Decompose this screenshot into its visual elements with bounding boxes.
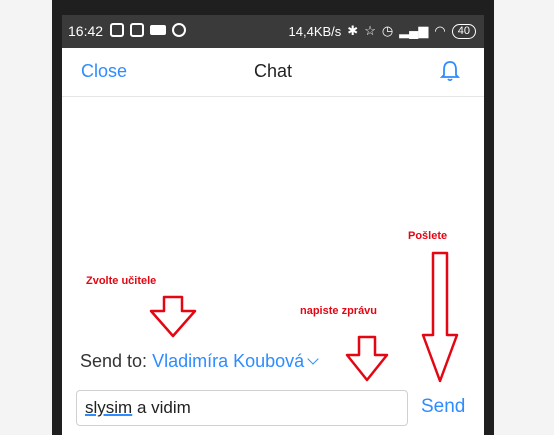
send-button[interactable]: Send — [421, 396, 465, 418]
nfc-icon: ☆ — [364, 23, 376, 38]
status-time: 16:42 — [68, 23, 104, 39]
status-bar: 16:42 14,4KB/s ✱ ☆ ◷ ▂▄▆ ◠ 40 — [62, 15, 484, 48]
bluetooth-icon: ✱ — [347, 23, 359, 38]
video-icon — [150, 25, 166, 35]
arrow-down-icon — [421, 251, 459, 383]
annotation-send: Pošlete — [408, 230, 448, 242]
bell-icon[interactable] — [439, 60, 461, 87]
recipient-dropdown[interactable]: Vladimíra Koubová — [152, 351, 319, 371]
app-icon — [172, 23, 186, 37]
message-input-text: a vidim — [132, 398, 191, 417]
annotation-write-message: napiste zprávu — [300, 305, 378, 317]
phone-screen: 16:42 14,4KB/s ✱ ☆ ◷ ▂▄▆ ◠ 40 Close Chat… — [62, 15, 484, 435]
battery-indicator: 40 — [451, 23, 476, 39]
alarm-icon: ◷ — [381, 23, 394, 38]
page-title: Chat — [253, 61, 293, 81]
signal-icon: ▂▄▆ — [399, 23, 429, 38]
send-to-label: Send to: — [80, 351, 148, 371]
arrow-down-icon — [345, 335, 389, 382]
teamviewer-icon — [130, 23, 144, 37]
network-speed: 14,4KB/s — [288, 23, 342, 39]
status-system-icons: 14,4KB/s ✱ ☆ ◷ ▂▄▆ ◠ 40 — [289, 23, 476, 39]
wifi-icon: ◠ — [434, 23, 446, 38]
chevron-down-icon — [307, 353, 319, 365]
recipient-name: Vladimíra Koubová — [152, 351, 305, 371]
teamviewer-icon — [110, 23, 124, 37]
annotation-choose-teacher: Zvolte učitele — [86, 275, 157, 287]
message-input[interactable]: slysim a vidim — [76, 390, 408, 426]
chat-header: Close Chat — [62, 48, 484, 97]
send-to-row: Send to: Vladimíra Koubová — [80, 351, 319, 372]
status-notification-icons — [110, 23, 186, 37]
message-input-word: slysim — [85, 398, 133, 417]
arrow-down-icon — [149, 295, 197, 338]
